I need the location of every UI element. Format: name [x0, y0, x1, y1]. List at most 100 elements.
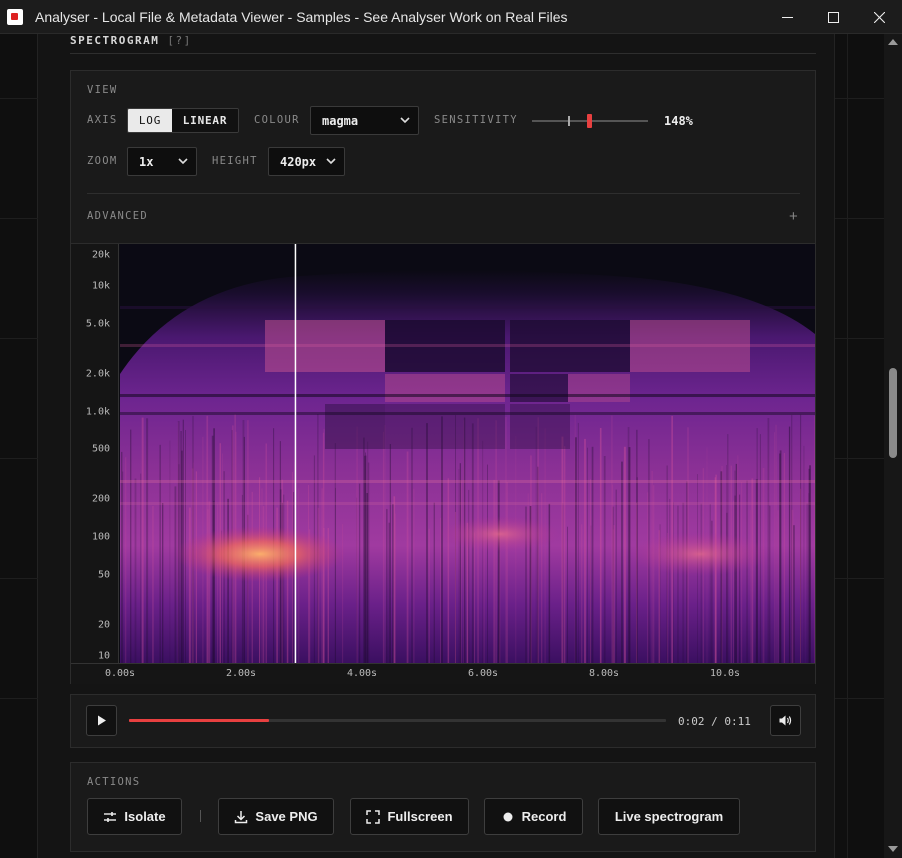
scrollbar-thumb[interactable]	[889, 368, 897, 458]
maximize-icon	[827, 11, 839, 23]
help-link[interactable]: [?]	[167, 34, 191, 47]
energy-hotspot	[175, 526, 345, 582]
playback-progress[interactable]	[129, 719, 666, 722]
spectrogram-streak	[159, 444, 161, 664]
spectrogram-streak	[779, 453, 781, 664]
spectrogram-streak	[321, 488, 323, 664]
height-select[interactable]: 420px	[268, 147, 345, 176]
spectrogram-streak	[636, 503, 638, 664]
advanced-toggle[interactable]: ADVANCED	[87, 210, 148, 222]
spectrogram-streak	[227, 498, 229, 664]
spectrogram-streak	[440, 517, 441, 664]
spectrogram-streak	[627, 427, 630, 664]
maximize-button[interactable]	[810, 0, 856, 34]
spectrogram-streak	[775, 424, 777, 664]
spectrogram-streak	[762, 468, 765, 664]
axis-linear-button[interactable]: LINEAR	[172, 109, 238, 132]
axis-log-button[interactable]: LOG	[128, 109, 172, 132]
guide-line	[0, 98, 38, 99]
spectrogram-streak	[567, 526, 568, 664]
section-divider	[70, 53, 816, 54]
scroll-up-icon[interactable]	[888, 39, 898, 45]
spectrogram-streak	[487, 464, 488, 664]
close-button[interactable]	[856, 0, 902, 34]
spectrogram[interactable]: 20k 10k 5.0k 2.0k 1.0k 500 200 100 50 20 10	[71, 243, 815, 664]
colour-select-value: magma	[322, 113, 359, 128]
spectrogram-streak	[433, 502, 435, 664]
spectrogram-streak	[591, 446, 594, 664]
spectrogram-streak	[808, 493, 810, 664]
spectrogram-streak	[141, 417, 144, 664]
spectrogram-streak	[788, 426, 791, 664]
spectrogram-streak	[653, 485, 655, 664]
section-title: SPECTROGRAM [?]	[70, 34, 192, 52]
fullscreen-label: Fullscreen	[387, 809, 453, 824]
frequency-tick-label: 10k	[91, 280, 110, 292]
action-separator	[200, 810, 201, 822]
spectrogram-streak	[413, 488, 415, 664]
record-button[interactable]: Record	[484, 798, 583, 835]
spectrogram-streak	[809, 465, 811, 664]
isolate-button[interactable]: Isolate	[87, 798, 182, 835]
spectrogram-streak	[709, 504, 711, 664]
guide-line	[835, 338, 885, 339]
frequency-tick-label: 50	[97, 569, 110, 581]
play-button[interactable]	[86, 705, 117, 736]
axis-toggle: LOG LINEAR	[127, 108, 239, 133]
expand-plus-icon[interactable]: +	[789, 208, 798, 225]
live-spectrogram-label: Live spectrogram	[614, 809, 724, 824]
fullscreen-button[interactable]: Fullscreen	[350, 798, 469, 835]
spectrogram-band	[120, 412, 815, 415]
spectrogram-streak	[356, 497, 358, 664]
spectrogram-band	[120, 344, 815, 347]
spectrogram-streak	[392, 504, 394, 664]
guide-line	[0, 338, 38, 339]
frequency-tick-label: 100	[91, 531, 110, 543]
scroll-down-icon[interactable]	[888, 846, 898, 852]
minimize-icon	[781, 16, 793, 18]
total-duration: 0:11	[724, 715, 751, 728]
zoom-select[interactable]: 1x	[127, 147, 197, 176]
spectrogram-streak	[335, 487, 336, 664]
spectrogram-streak	[677, 505, 679, 664]
spectrogram-streak	[162, 503, 164, 664]
spectrogram-streak	[814, 415, 815, 664]
spectrogram-streak	[544, 428, 546, 664]
spectrogram-canvas[interactable]	[120, 244, 815, 664]
chevron-down-icon	[178, 158, 188, 165]
frequency-tick-label: 20k	[91, 249, 110, 261]
spectrogram-streak	[577, 422, 579, 664]
spectrogram-streak	[783, 453, 785, 664]
title-bar: Analyser - Local File & Metadata Viewer …	[0, 0, 902, 34]
frequency-axis: 20k 10k 5.0k 2.0k 1.0k 500 200 100 50 20 10	[71, 244, 119, 664]
spectrogram-streak	[777, 510, 779, 664]
spectrogram-streak	[590, 479, 591, 664]
zoom-label: ZOOM	[87, 155, 118, 167]
spectrogram-streak	[286, 500, 289, 664]
live-spectrogram-button[interactable]: Live spectrogram	[598, 798, 740, 835]
spectrogram-streak	[575, 437, 577, 664]
record-dot-icon	[503, 812, 513, 821]
spectrogram-streak	[359, 483, 361, 664]
time-tick-label: 2.00s	[225, 668, 257, 679]
spectrogram-streak	[803, 445, 805, 664]
main-content: SPECTROGRAM [?] VIEW AXIS LOG LINEAR COLO…	[38, 34, 834, 858]
save-png-button[interactable]: Save PNG	[218, 798, 334, 835]
guide-line	[847, 34, 848, 858]
chevron-down-icon	[326, 158, 336, 165]
spectrogram-streak	[746, 480, 748, 664]
vertical-scrollbar[interactable]	[884, 34, 902, 858]
spectrogram-streak	[564, 446, 566, 664]
guide-line	[835, 578, 885, 579]
minimize-button[interactable]	[764, 0, 810, 34]
spectrogram-streak	[506, 482, 508, 664]
spectrogram-streak	[749, 510, 751, 664]
spectrogram-streak	[739, 494, 741, 664]
volume-button[interactable]	[770, 705, 801, 736]
play-icon	[97, 715, 106, 726]
spectrogram-streak	[174, 486, 177, 664]
colour-select[interactable]: magma	[310, 106, 419, 135]
slider-thumb[interactable]	[587, 114, 592, 128]
spectrogram-streak	[363, 437, 365, 664]
spectrogram-streak	[169, 440, 171, 664]
